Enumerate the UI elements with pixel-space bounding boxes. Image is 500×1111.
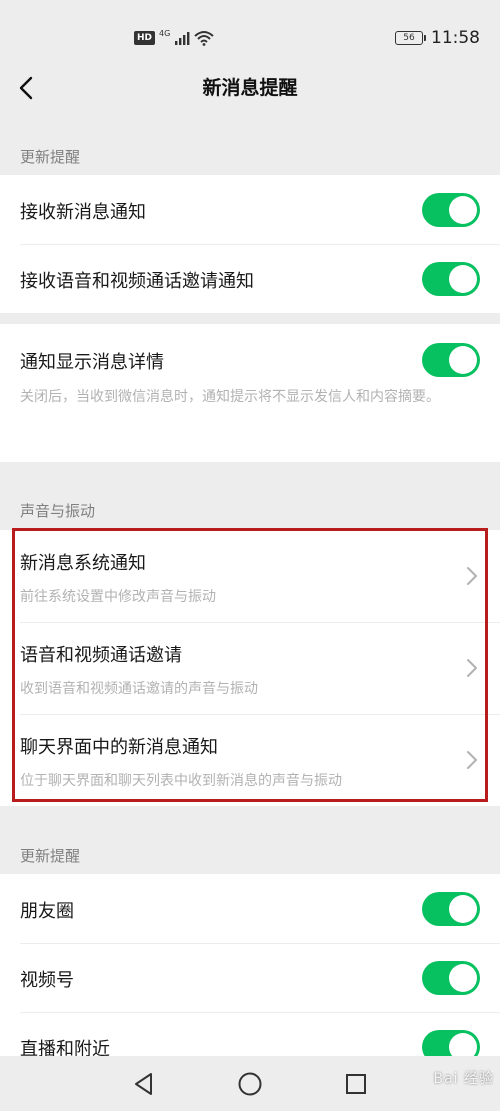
setting-label: 视频号 — [20, 970, 74, 991]
chevron-right-icon — [467, 751, 477, 769]
toggle-knob — [449, 265, 477, 293]
page-title: 新消息提醒 — [202, 77, 298, 99]
nav-recents-button[interactable] — [342, 1070, 370, 1098]
status-right: 56 11:58 — [395, 27, 480, 49]
setting-title: 聊天界面中的新消息通知 — [20, 737, 218, 758]
wifi-icon — [194, 31, 214, 46]
settings-card-detail: 通知显示消息详情 关闭后，当收到微信消息时，通知提示将不显示发信人和内容摘要。 — [0, 324, 500, 462]
setting-row-chat-new-message-sound[interactable]: 聊天界面中的新消息通知 位于聊天界面和聊天列表中收到新消息的声音与振动 — [0, 714, 500, 806]
setting-row-call-invite-sound[interactable]: 语音和视频通话邀请 收到语音和视频通话邀请的声音与振动 — [0, 622, 500, 714]
chevron-right-icon — [467, 567, 477, 585]
clock: 11:58 — [431, 28, 480, 48]
toggle-switch[interactable] — [422, 961, 480, 995]
setting-row-show-message-detail[interactable]: 通知显示消息详情 — [0, 324, 500, 384]
settings-card-sound: 新消息系统通知 前往系统设置中修改声音与振动 语音和视频通话邀请 收到语音和视频… — [0, 530, 500, 806]
signal-icon — [175, 32, 190, 45]
chevron-right-icon — [467, 659, 477, 677]
setting-description: 关闭后，当收到微信消息时，通知提示将不显示发信人和内容摘要。 — [20, 389, 440, 405]
toggle-knob — [449, 346, 477, 374]
setting-label: 接收新消息通知 — [20, 202, 146, 223]
toggle-switch[interactable] — [422, 343, 480, 377]
navbar: 新消息提醒 — [0, 72, 500, 118]
settings-card-notifications: 接收新消息通知 接收语音和视频通话邀请通知 — [0, 175, 500, 313]
network-indicators: HD 4G — [134, 27, 214, 49]
nav-back-button[interactable] — [130, 1070, 158, 1098]
setting-row-receive-new-messages[interactable]: 接收新消息通知 — [0, 175, 500, 244]
section-header-sound: 声音与振动 — [20, 502, 96, 520]
triangle-back-icon — [135, 1073, 152, 1095]
status-bar: HD 4G 56 11:58 — [0, 0, 500, 72]
toggle-switch[interactable] — [422, 262, 480, 296]
setting-title: 语音和视频通话邀请 — [20, 645, 182, 666]
setting-label: 接收语音和视频通话邀请通知 — [20, 271, 254, 292]
settings-card-feeds: 朋友圈 视频号 直播和附近 — [0, 874, 500, 1064]
setting-label: 通知显示消息详情 — [20, 352, 164, 373]
setting-row-call-invite-notification[interactable]: 接收语音和视频通话邀请通知 — [0, 244, 500, 313]
setting-row-channels[interactable]: 视频号 — [0, 943, 500, 1012]
toggle-knob — [449, 964, 477, 992]
section-header-update: 更新提醒 — [20, 148, 81, 166]
section-header-update-2: 更新提醒 — [20, 847, 81, 865]
watermark: Bai 经验 — [433, 1071, 494, 1087]
setting-row-system-notification-sound[interactable]: 新消息系统通知 前往系统设置中修改声音与振动 — [0, 530, 500, 622]
toggle-switch[interactable] — [422, 193, 480, 227]
toggle-switch[interactable] — [422, 892, 480, 926]
network-type: 4G — [159, 29, 171, 38]
setting-label: 朋友圈 — [20, 901, 74, 922]
square-recents-icon — [346, 1074, 366, 1094]
setting-subtitle: 前往系统设置中修改声音与振动 — [20, 589, 216, 605]
system-nav-bar — [0, 1056, 500, 1111]
toggle-knob — [449, 895, 477, 923]
setting-subtitle: 收到语音和视频通话邀请的声音与振动 — [20, 681, 258, 697]
nav-home-button[interactable] — [236, 1070, 264, 1098]
setting-title: 新消息系统通知 — [20, 553, 146, 574]
setting-subtitle: 位于聊天界面和聊天列表中收到新消息的声音与振动 — [20, 773, 342, 789]
setting-row-moments[interactable]: 朋友圈 — [0, 874, 500, 943]
battery-icon: 56 — [395, 31, 426, 45]
toggle-knob — [449, 196, 477, 224]
battery-level: 56 — [403, 33, 415, 43]
circle-home-icon — [238, 1072, 262, 1096]
hd-badge: HD — [134, 31, 156, 45]
